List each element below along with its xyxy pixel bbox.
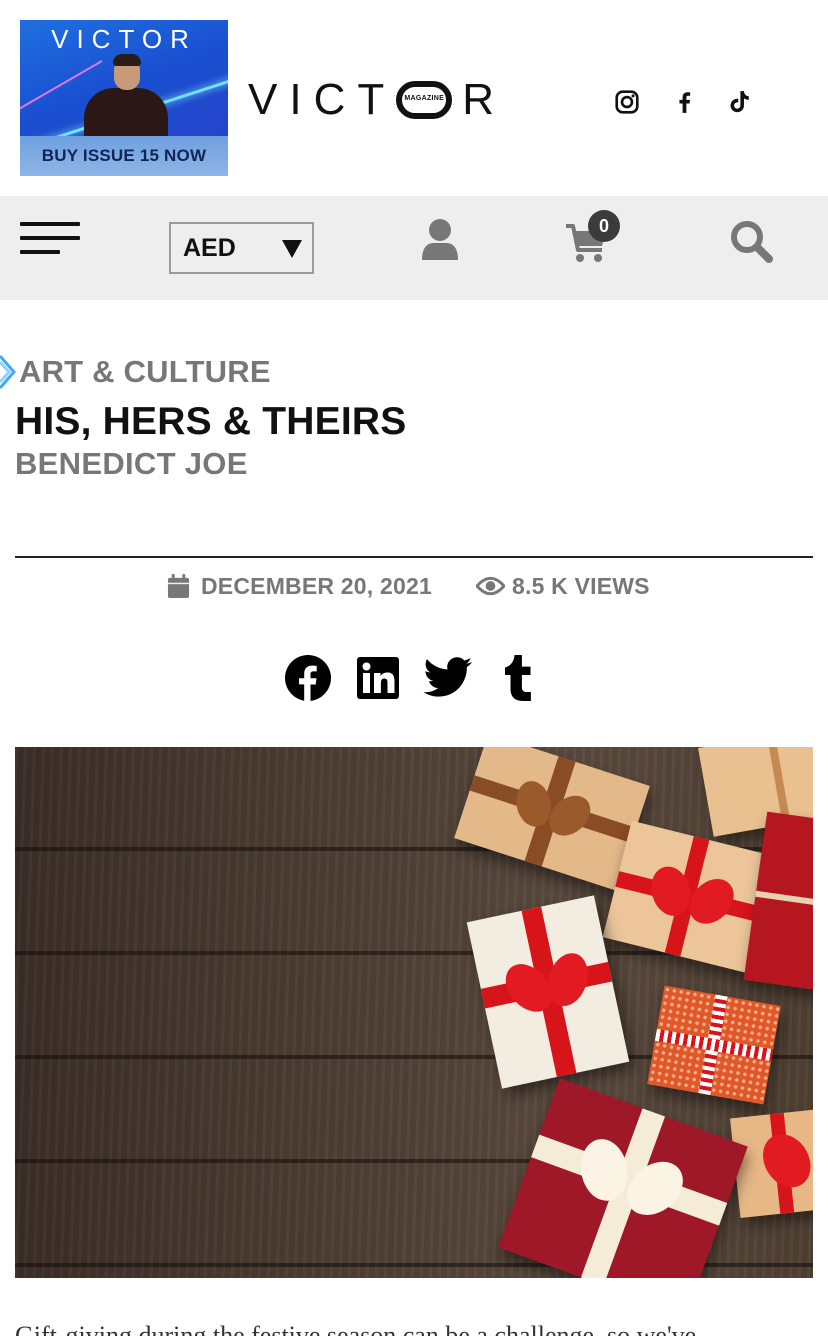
brand-o-caption: MAGAZINE	[404, 95, 445, 102]
tiktok-icon[interactable]	[725, 86, 753, 118]
category-link[interactable]: ART & CULTURE	[0, 352, 271, 392]
chevron-right-icon	[0, 355, 16, 389]
ad-logo: VICTOR	[51, 24, 197, 54]
buy-issue-label: BUY ISSUE 15 NOW	[20, 136, 228, 176]
currency-value: AED	[183, 233, 236, 262]
buy-issue-banner[interactable]: VICTOR BUY ISSUE 15 NOW	[20, 20, 228, 176]
search-icon[interactable]	[728, 218, 774, 264]
caret-down-icon	[282, 240, 302, 258]
share-tumblr-icon[interactable]	[494, 652, 544, 704]
nav-bar	[0, 196, 828, 300]
eye-icon	[476, 576, 505, 596]
brand-name-right: R	[462, 75, 507, 124]
article-body-text: Gift-giving during the festive season ca…	[15, 1321, 697, 1336]
author-name[interactable]: BENEDICT JOE	[15, 446, 248, 482]
instagram-icon[interactable]	[613, 86, 641, 118]
share-facebook-icon[interactable]	[283, 652, 333, 704]
brand-o-mark: MAGAZINE	[396, 81, 453, 119]
article-hero-image	[15, 747, 813, 1278]
share-linkedin-icon[interactable]	[353, 652, 403, 704]
cart-count-badge: 0	[588, 210, 620, 242]
brand-name-left: VICT	[248, 75, 397, 124]
victor-magazine-logo[interactable]: VICT MAGAZINE R	[248, 74, 506, 126]
article-title: HIS, HERS & THEIRS	[15, 400, 407, 443]
divider	[15, 556, 813, 558]
category-label: ART & CULTURE	[19, 354, 271, 389]
view-count-text: 8.5 K VIEWS	[512, 572, 650, 599]
share-twitter-icon[interactable]	[423, 652, 473, 704]
currency-select[interactable]: AED	[169, 222, 314, 274]
facebook-icon[interactable]	[670, 86, 698, 118]
calendar-icon	[167, 573, 190, 598]
post-date-text: DECEMBER 20, 2021	[201, 572, 432, 599]
user-icon[interactable]	[420, 218, 460, 262]
view-count: 8.5 K VIEWS	[476, 568, 650, 604]
site-header: VICTOR BUY ISSUE 15 NOW VICT MAGAZINE R	[0, 0, 828, 196]
article-body-preview: Gift-giving during the festive season ca…	[15, 1318, 813, 1336]
menu-icon[interactable]	[20, 222, 80, 258]
post-date: DECEMBER 20, 2021	[167, 568, 432, 604]
